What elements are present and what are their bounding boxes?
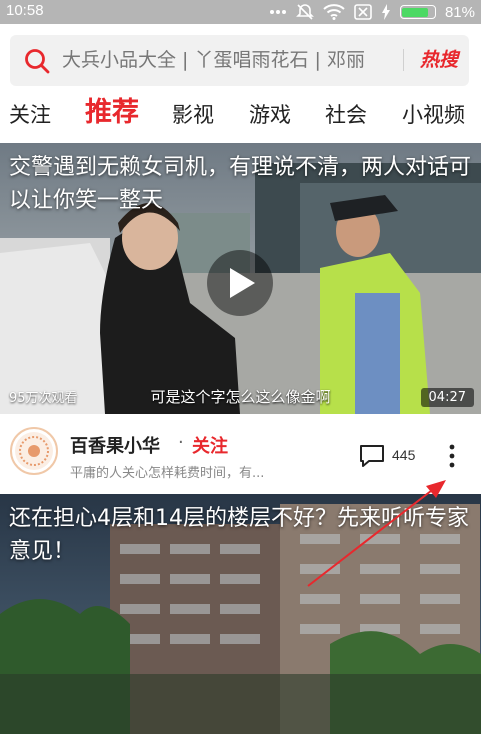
battery-icon <box>399 5 436 19</box>
article-title[interactable]: 还在担心4层和14层的楼层不好？先来听听专家意见！ <box>9 502 477 568</box>
author-description: 平庸的人关心怎样耗费时间，有... <box>70 466 265 481</box>
avatar-image <box>15 432 53 470</box>
tab-games[interactable]: 游戏 <box>249 92 291 138</box>
tab-society[interactable]: 社会 <box>325 92 367 138</box>
mute-icon <box>296 4 314 20</box>
comment-icon[interactable] <box>358 443 386 469</box>
sim-off-icon <box>354 4 372 20</box>
video-duration: 04:27 <box>420 388 474 407</box>
tab-short-video[interactable]: 小视频 <box>402 92 465 138</box>
channel-tabs: 关注 推荐 影视 游戏 社会 小视频 <box>0 92 481 138</box>
hot-search-button[interactable]: 热搜 <box>420 35 458 86</box>
search-icon[interactable] <box>24 48 50 74</box>
tab-recommend[interactable]: 推荐 <box>85 90 139 136</box>
status-icons: 81% <box>269 1 475 23</box>
search-input[interactable]: 大兵小品大全 | 丫蛋唱雨花石 | 邓丽 <box>62 35 392 86</box>
battery-percent: 81% <box>444 3 475 21</box>
status-time: 10:58 <box>6 2 44 19</box>
status-bar: 10:58 81% <box>0 0 481 24</box>
search-bar[interactable]: 大兵小品大全 | 丫蛋唱雨花石 | 邓丽 热搜 <box>10 35 469 86</box>
video-card[interactable]: 交警遇到无赖女司机，有理说不清，两人对话可以让你笑一整天 95万次观看 可是这个… <box>0 143 481 414</box>
article-card[interactable]: 还在担心4层和14层的楼层不好？先来听听专家意见！ <box>0 494 481 734</box>
more-vertical-icon[interactable] <box>444 443 460 469</box>
comment-count[interactable]: 445 <box>392 447 415 463</box>
tab-film[interactable]: 影视 <box>172 92 214 138</box>
wifi-icon <box>323 4 345 20</box>
battery-fill <box>402 7 428 17</box>
author-name[interactable]: 百香果小华 <box>70 432 160 458</box>
more-dots-icon <box>269 10 286 14</box>
charging-icon <box>381 4 390 20</box>
follow-button[interactable]: 关注 <box>192 432 228 458</box>
video-subtitle: 可是这个字怎么这么像金啊 <box>150 388 331 406</box>
tab-follow[interactable]: 关注 <box>9 92 51 138</box>
avatar[interactable] <box>10 427 58 475</box>
video-title[interactable]: 交警遇到无赖女司机，有理说不清，两人对话可以让你笑一整天 <box>9 151 471 217</box>
author-separator: · <box>178 432 184 453</box>
search-divider <box>403 49 404 71</box>
author-row: 百香果小华 · 关注 平庸的人关心怎样耗费时间，有... 445 <box>0 414 481 494</box>
